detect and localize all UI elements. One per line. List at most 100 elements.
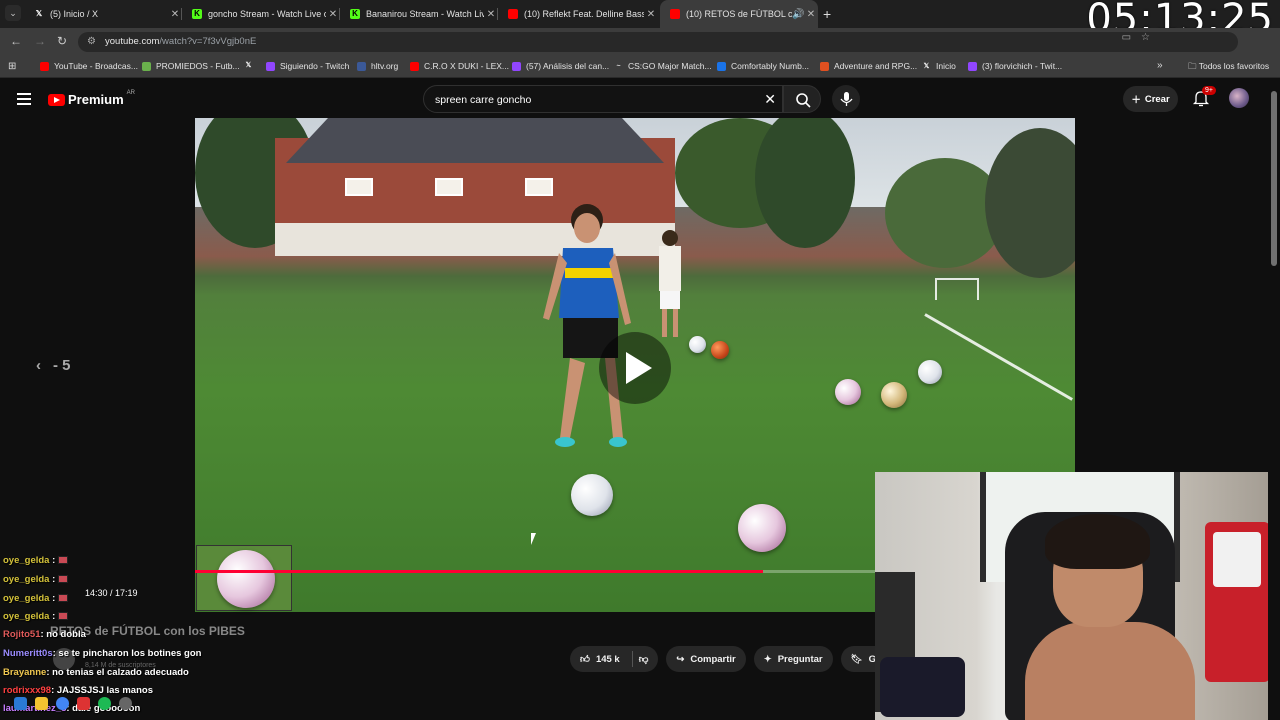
chat-username: oye_gelda	[3, 611, 50, 622]
tab-title: goncho Stream - Watch Live on	[208, 9, 326, 19]
chat-message: oye_gelda :	[3, 611, 68, 622]
bookmark-item[interactable]: PROMIEDOS - Futb...	[142, 61, 240, 71]
youtube-premium-logo[interactable]: Premium AR	[48, 90, 135, 107]
twitch-icon	[512, 61, 521, 71]
chat-message: rodrixxx98: JAJSSJSJ las manos	[3, 685, 153, 696]
chat-username: Brayanne	[3, 667, 47, 678]
close-icon[interactable]: ✕	[484, 9, 498, 20]
speaker-icon[interactable]: 🔊	[792, 9, 804, 20]
twitch-icon	[968, 61, 977, 71]
search-icon	[796, 93, 811, 108]
chat-username: oye_gelda	[3, 555, 50, 566]
mouse-cursor-icon	[531, 533, 536, 545]
bookmark-item[interactable]: Siguiendo - Twitch	[266, 61, 349, 71]
bookmark-item[interactable]: C.R.O X DUKI - LEX...	[410, 61, 509, 71]
play-button[interactable]	[599, 332, 671, 404]
folder-icon[interactable]	[35, 697, 48, 710]
bookmark-item[interactable]: (3) florvichich - Twit...	[968, 61, 1062, 71]
spotify-icon[interactable]	[98, 697, 111, 710]
bookmark-item[interactable]: 𝕏 Inicio	[922, 61, 956, 71]
reload-icon[interactable]: ↻	[57, 34, 67, 48]
tab-goncho-stream[interactable]: K goncho Stream - Watch Live on ✕	[182, 0, 340, 28]
tab-x-inicio[interactable]: 𝕏 (5) Inicio / X ✕	[24, 0, 182, 28]
progress-fill	[195, 570, 763, 573]
video-progress-bar[interactable]	[195, 570, 875, 573]
new-tab-icon[interactable]: +	[823, 6, 831, 22]
all-bookmarks-folder[interactable]: 🗀 Todos los favoritos	[1188, 61, 1269, 75]
bookmark-item[interactable]: YouTube - Broadcas...	[40, 61, 138, 71]
promiedos-icon	[142, 61, 151, 71]
tab-search-icon[interactable]: ⌄	[5, 5, 21, 21]
bookmark-item[interactable]: 𝕏	[244, 61, 258, 70]
thumbs-down-icon[interactable]: 👎︎	[639, 653, 649, 665]
x-icon: 𝕏	[923, 62, 930, 70]
apps-grid-icon[interactable]: ⊞	[8, 61, 16, 72]
chat-username: oye_gelda	[3, 574, 50, 585]
chevron-right-icon[interactable]: »	[1157, 60, 1163, 71]
hltv-icon	[357, 61, 366, 71]
cast-icon[interactable]: ▭	[1122, 32, 1131, 43]
close-icon[interactable]: ✕	[326, 9, 340, 20]
ask-button[interactable]: ✦ Preguntar	[753, 646, 833, 672]
chevron-left-icon: ‹	[36, 357, 41, 374]
close-icon[interactable]: ✕	[804, 9, 818, 20]
tab-title: (10) RETOS de FÚTBOL con	[686, 9, 792, 19]
search-input[interactable]: spreen carre goncho ✕	[423, 85, 783, 113]
tab-bananirou-stream[interactable]: K Bananirou Stream - Watch Live ✕	[340, 0, 498, 28]
chrome-icon[interactable]	[56, 697, 69, 710]
chat-username: Rojito51	[3, 629, 41, 640]
x-icon: 𝕏	[35, 9, 43, 18]
chat-message: Brayanne: no tenias el calzado adecuado	[3, 667, 189, 678]
tab-retos-futbol[interactable]: (10) RETOS de FÚTBOL con 🔊 ✕	[660, 0, 818, 28]
csgo-icon: ~	[616, 62, 621, 70]
extension-icons: ▭ ☆	[1122, 32, 1150, 43]
share-icon: ↪	[676, 653, 685, 665]
notifications-button[interactable]: 9+	[1192, 86, 1216, 112]
soccer-ball	[881, 382, 907, 408]
page-scrollbar[interactable]	[1268, 79, 1280, 720]
close-icon[interactable]: ✕	[644, 9, 658, 20]
youtube-icon	[508, 9, 518, 19]
account-avatar[interactable]	[1229, 88, 1249, 108]
close-icon[interactable]: ✕	[168, 9, 182, 20]
windows-icon[interactable]	[14, 697, 27, 710]
bookmark-item[interactable]: hltv.org	[357, 61, 398, 71]
youtube-icon	[670, 9, 680, 19]
bookmark-item[interactable]: ~ CS:GO Major Match...	[614, 61, 711, 71]
plus-icon: ＋	[1131, 95, 1141, 106]
time-display: 14:30 / 17:19	[85, 588, 138, 598]
app-icon[interactable]	[119, 697, 132, 710]
address-bar[interactable]: ⚙ youtube.com/watch?v=7f3vVgjb0nE	[78, 32, 1238, 52]
seek-preview-thumbnail	[196, 545, 292, 611]
background-player-figure	[659, 230, 681, 337]
emote-icon	[57, 575, 68, 584]
streamer-webcam	[875, 472, 1280, 720]
bookmark-item[interactable]: Comfortably Numb...	[717, 61, 809, 71]
browser-toolbar: ← → ↻ ⚙ youtube.com/watch?v=7f3vVgjb0nE …	[0, 28, 1280, 56]
soccer-ball	[738, 504, 786, 552]
clear-search-icon[interactable]: ✕	[764, 91, 776, 108]
site-info-icon[interactable]: ⚙	[87, 36, 96, 47]
bookmark-item[interactable]: (57) Análisis del can...	[512, 61, 609, 71]
youtube-icon	[410, 61, 419, 71]
app-icon[interactable]	[77, 697, 90, 710]
address-url: youtube.com/watch?v=7f3vVgjb0nE	[105, 36, 257, 47]
bookmark-icon: 🔖︎	[850, 653, 863, 665]
chat-message: oye_gelda :	[3, 574, 68, 585]
x-icon: 𝕏	[245, 62, 252, 69]
youtube-play-logo-icon	[48, 93, 65, 106]
voice-search-button[interactable]	[832, 85, 860, 113]
like-button[interactable]: 👍︎ 145 k 👎︎	[570, 646, 659, 672]
bookmark-item[interactable]: Adventure and RPG...	[820, 61, 917, 71]
create-button[interactable]: ＋ Crear	[1123, 86, 1178, 112]
youtube-icon	[40, 61, 49, 71]
bookmark-star-icon[interactable]: ☆	[1141, 32, 1150, 43]
forward-icon[interactable]: →	[34, 34, 46, 48]
chat-message: Rojito51: no dobla	[3, 629, 86, 640]
share-button[interactable]: ↪ Compartir	[666, 646, 746, 672]
search-button[interactable]	[783, 85, 821, 113]
back-icon[interactable]: ←	[10, 34, 22, 48]
menu-icon[interactable]	[17, 93, 31, 108]
tab-reflekt[interactable]: (10) Reflekt Feat. Delline Bass - ✕	[498, 0, 658, 28]
chat-message: Numeritt0s: se te pincharon los botines …	[3, 648, 202, 659]
